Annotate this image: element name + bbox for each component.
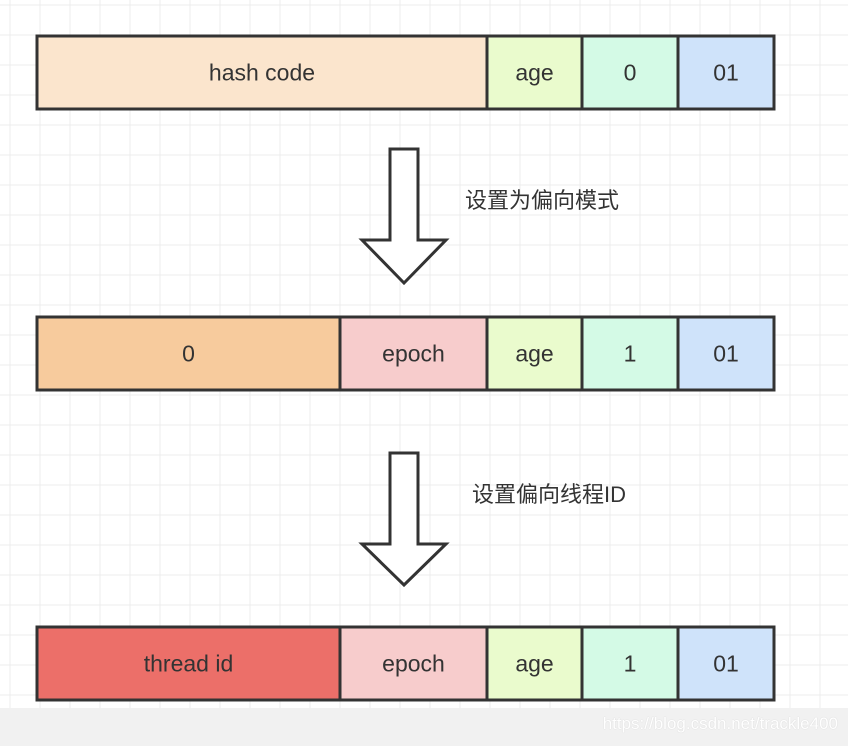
field-label: 01: [713, 60, 739, 86]
field-label: age: [515, 651, 553, 677]
field-label: 01: [713, 651, 739, 677]
arrow-down-icon: [358, 451, 450, 588]
diagram-canvas: hash code age 0 01 0 epoch age 1 01 thread id epoc…: [0, 0, 848, 746]
field-label: age: [515, 341, 553, 367]
field-label: 0: [624, 60, 637, 86]
mark-word-row: hash code age 0 01: [35, 34, 776, 111]
field-label: thread id: [144, 651, 234, 677]
field-label: 1: [624, 651, 637, 677]
transition-label: 设置偏向线程ID: [472, 482, 626, 507]
field-label: epoch: [382, 651, 445, 677]
diagram: hash code age 0 01 0 epoch age 1 01 thread id epoc…: [0, 0, 848, 746]
arrow-down-icon: [358, 147, 450, 286]
mark-word-row: 0 epoch age 1 01: [35, 315, 776, 392]
field-label: age: [515, 60, 553, 86]
field-label: hash code: [209, 60, 315, 86]
down-arrow: 设置偏向线程ID: [358, 451, 626, 588]
field-label: 1: [624, 341, 637, 367]
watermark: https://blog.csdn.net/trackle400: [602, 714, 838, 733]
field-label: 0: [182, 341, 195, 367]
field-label: epoch: [382, 341, 445, 367]
mark-word-row: thread id epoch age 1 01: [35, 625, 776, 702]
field-label: 01: [713, 341, 739, 367]
transition-label: 设置为偏向模式: [465, 188, 619, 213]
